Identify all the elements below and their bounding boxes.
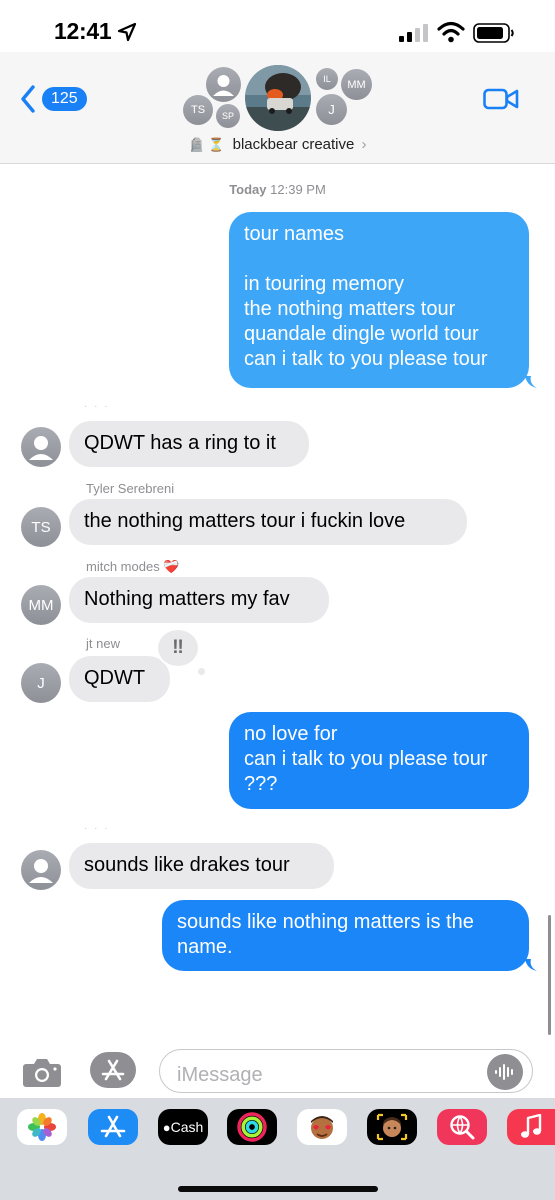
contact-avatar[interactable]	[21, 427, 61, 467]
photos-app[interactable]	[17, 1109, 67, 1145]
person-silhouette-icon	[213, 75, 234, 96]
message-line: sounds like nothing matters is the	[177, 911, 474, 933]
received-message-bubble[interactable]: Nothing matters my fav	[69, 577, 329, 623]
location-arrow-icon	[117, 22, 137, 42]
memoji-stickers-app[interactable]	[297, 1109, 347, 1145]
timestamp-time: 12:39 PM	[270, 182, 326, 197]
timestamp-day: Today	[229, 182, 267, 197]
message-line: the nothing matters tour	[244, 298, 456, 320]
received-message-bubble[interactable]: QDWT	[69, 656, 170, 702]
scrollbar[interactable]	[548, 915, 551, 1035]
sent-message-bubble[interactable]: sounds like nothing matters is the name.	[162, 900, 529, 971]
contact-avatar-mm[interactable]: MM	[21, 585, 61, 625]
chevron-right-icon: ›	[361, 136, 367, 153]
contact-avatar-j[interactable]: J	[21, 663, 61, 703]
message-line: can i talk to you please tour	[244, 348, 488, 370]
message-line: sounds like drakes tour	[84, 854, 290, 876]
music-note-icon	[521, 1114, 542, 1138]
message-line: the nothing matters tour i fuckin love	[84, 510, 406, 532]
group-name-label: blackbear creative	[232, 136, 355, 153]
message-line: ???	[244, 773, 278, 795]
app-store-app[interactable]	[88, 1109, 138, 1145]
memoji-stickers-icon	[311, 1116, 333, 1139]
group-photo	[245, 65, 311, 131]
battery-icon	[473, 23, 514, 43]
sender-name-faint: · · ·	[84, 823, 110, 834]
contact-avatar-ts[interactable]: TS	[21, 507, 61, 547]
sent-message-bubble[interactable]: no love for can i talk to you please tou…	[229, 712, 529, 809]
web-images-app[interactable]	[437, 1109, 487, 1145]
imessage-input[interactable]	[159, 1049, 533, 1093]
audio-waveform-icon	[495, 1064, 513, 1080]
member-avatar-j: J	[316, 94, 347, 125]
bubble-tail	[525, 376, 537, 388]
cash-label: Cash	[170, 1119, 204, 1135]
memoji-app[interactable]	[367, 1109, 417, 1145]
message-line	[244, 247, 513, 272]
message-line: Nothing matters my fav	[84, 588, 290, 610]
member-avatar-mm: MM	[341, 69, 372, 100]
status-time: 12:41	[54, 18, 112, 44]
person-silhouette-icon	[29, 859, 53, 883]
group-photo-image	[245, 65, 311, 131]
bubble-tail	[525, 959, 537, 971]
received-message-bubble[interactable]: sounds like drakes tour	[69, 843, 334, 889]
person-silhouette-icon	[29, 436, 53, 460]
contact-avatar[interactable]	[21, 850, 61, 890]
sender-name: mitch modes ❤️‍🩹	[86, 559, 180, 574]
globe-search-icon	[450, 1115, 475, 1140]
cash-icon: ●Cash	[162, 1119, 204, 1135]
camera-icon[interactable]	[22, 1056, 62, 1088]
member-avatar-sp: SP	[216, 104, 240, 128]
cellular-signal-icon	[399, 24, 428, 42]
message-timestamp: Today 12:39 PM	[0, 182, 555, 197]
apple-cash-app[interactable]: ●Cash	[158, 1109, 208, 1145]
sender-name: jt new	[86, 636, 120, 651]
member-avatar-ts: TS	[183, 95, 213, 125]
audio-message-button[interactable]	[487, 1054, 523, 1090]
activity-rings-icon	[237, 1112, 267, 1142]
app-store-button[interactable]	[90, 1052, 136, 1088]
contact-avatar	[206, 67, 241, 102]
message-line: name.	[177, 936, 233, 958]
sender-name-faint: · · ·	[84, 401, 110, 412]
group-name[interactable]: 🪦 ⏳ blackbear creative ›	[0, 136, 555, 153]
message-line: can i talk to you please tour	[244, 748, 488, 770]
wifi-icon	[437, 21, 465, 43]
fitness-app[interactable]	[227, 1109, 277, 1145]
facetime-video-icon[interactable]	[483, 87, 519, 111]
message-line: in touring memory	[244, 273, 405, 295]
music-app[interactable]	[507, 1109, 555, 1145]
sent-message-bubble[interactable]: tour names in touring memory the nothing…	[229, 212, 529, 388]
message-line: tour names	[244, 223, 345, 245]
tapback-tail	[198, 668, 205, 675]
group-avatars[interactable]: TS SP IL MM J	[0, 52, 555, 136]
message-line: QDWT has a ring to it	[84, 432, 276, 454]
message-line: QDWT	[84, 667, 146, 689]
received-message-bubble[interactable]: QDWT has a ring to it	[69, 421, 309, 467]
received-message-bubble[interactable]: the nothing matters tour i fuckin love	[69, 499, 467, 545]
memoji-icon	[376, 1113, 408, 1141]
group-emoji: 🪦 ⏳	[188, 137, 225, 152]
member-avatar-il: IL	[316, 68, 338, 90]
photos-icon	[28, 1113, 56, 1141]
app-drawer: ●Cash	[0, 1098, 555, 1200]
conversation-header: 125 TS SP IL MM J �	[0, 52, 555, 164]
app-store-icon	[100, 1115, 126, 1138]
home-indicator[interactable]	[178, 1186, 378, 1192]
message-line: no love for	[244, 723, 338, 745]
sender-name: Tyler Serebreni	[86, 481, 175, 496]
tapback-exclamation-icon[interactable]: ‼	[156, 628, 200, 668]
message-line: quandale dingle world tour	[244, 323, 479, 345]
app-store-icon	[101, 1059, 125, 1081]
